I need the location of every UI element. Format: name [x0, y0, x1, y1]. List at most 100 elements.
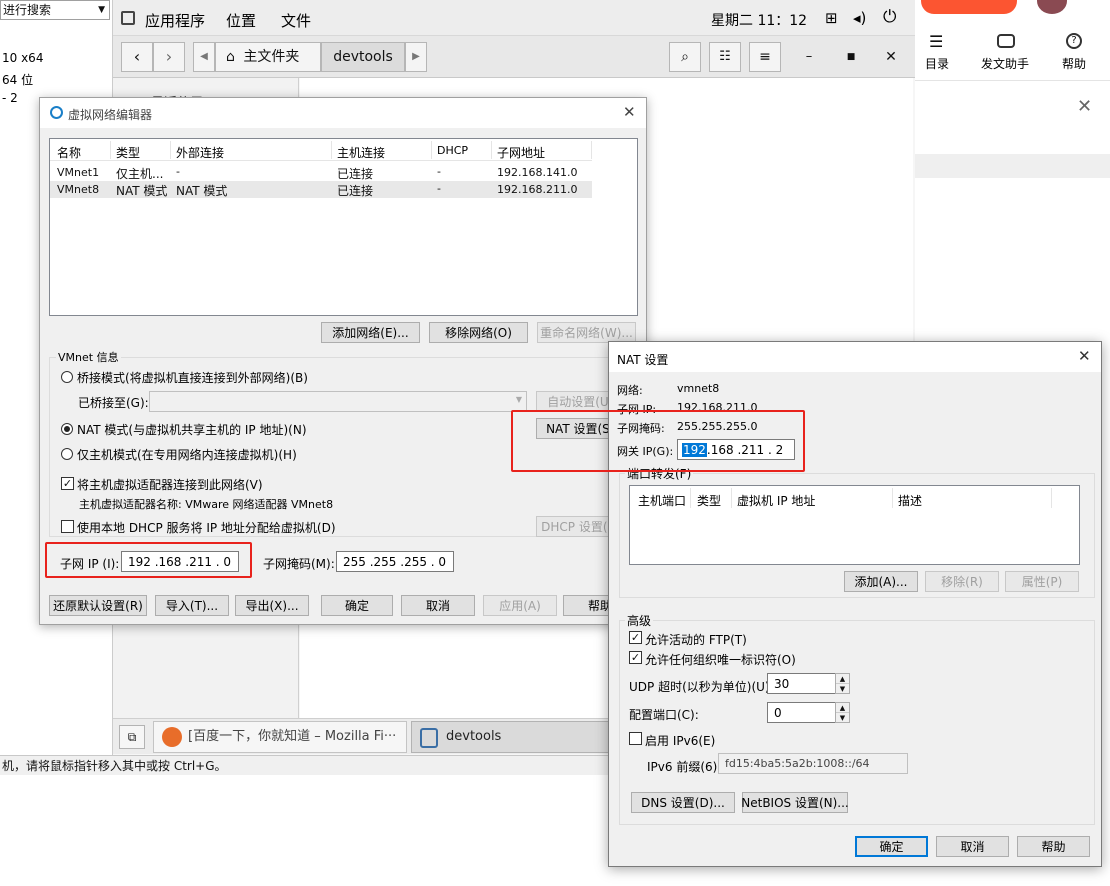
- col-subnet[interactable]: 子网地址: [497, 144, 545, 161]
- chevron-down-icon[interactable]: ▼: [836, 684, 849, 694]
- allow-uid-checkbox[interactable]: ✓: [629, 651, 642, 664]
- nat-radio[interactable]: [61, 423, 73, 435]
- search-select[interactable]: 进行搜索 ▼: [0, 0, 110, 20]
- netbios-settings-button[interactable]: NetBIOS 设置(N)...: [741, 792, 849, 813]
- chevron-up-icon[interactable]: ▲: [836, 703, 849, 713]
- col-external[interactable]: 外部连接: [176, 144, 224, 161]
- path-home-button[interactable]: ⌂ 主文件夹: [215, 42, 321, 72]
- bridge-label[interactable]: 桥接模式(将虚拟机直接连接到外部网络)(B): [77, 369, 308, 386]
- close-panel-icon[interactable]: ✕: [1077, 96, 1092, 117]
- allow-ftp-checkbox[interactable]: ✓: [629, 631, 642, 644]
- use-dhcp-checkbox[interactable]: [61, 520, 74, 533]
- host-only-label[interactable]: 仅主机模式(在专用网络内连接虚拟机)(H): [77, 446, 297, 463]
- orange-pill-button[interactable]: [921, 0, 1017, 14]
- menu-button[interactable]: ≡: [749, 42, 781, 72]
- enable-ipv6-label[interactable]: 启用 IPv6(E): [645, 732, 715, 749]
- export-button[interactable]: 导出(X)...: [235, 595, 309, 616]
- toc-label[interactable]: 目录: [925, 55, 949, 72]
- col-name[interactable]: 名称: [57, 144, 81, 161]
- pf-remove-button[interactable]: 移除(R): [925, 571, 999, 592]
- remove-network-button[interactable]: 移除网络(O): [429, 322, 528, 343]
- volume-icon[interactable]: ◂): [853, 9, 866, 27]
- vnet-close-icon[interactable]: ✕: [623, 103, 636, 121]
- search-button[interactable]: ⌕: [669, 42, 701, 72]
- ipv6-prefix-field[interactable]: fd15:4ba5:5a2b:1008::/64: [718, 753, 908, 774]
- advanced-label: 高级: [625, 612, 654, 629]
- status-text: 机，请将鼠标指针移入其中或按 Ctrl+G。: [2, 759, 227, 773]
- close-button[interactable]: ✕: [881, 46, 901, 68]
- dns-settings-button[interactable]: DNS 设置(D)...: [631, 792, 735, 813]
- enable-ipv6-checkbox[interactable]: [629, 732, 642, 745]
- minimize-button[interactable]: –: [799, 46, 819, 68]
- clock[interactable]: 星期二 11：12: [711, 10, 807, 30]
- toc-icon[interactable]: ☰: [929, 32, 943, 51]
- row1-dhcp: -: [437, 165, 441, 178]
- nat-help-button[interactable]: 帮助: [1017, 836, 1090, 857]
- udp-timeout-spinner[interactable]: ▲ ▼: [835, 673, 850, 694]
- pf-add-button[interactable]: 添加(A)...: [844, 571, 918, 592]
- back-button[interactable]: ‹: [121, 42, 153, 72]
- avatar[interactable]: [1037, 0, 1067, 14]
- nat-label[interactable]: NAT 模式(与虚拟机共享主机的 IP 地址)(N): [77, 421, 307, 438]
- nat-cancel-button[interactable]: 取消: [936, 836, 1009, 857]
- pf-col-type[interactable]: 类型: [697, 492, 721, 509]
- apps-menu[interactable]: 应用程序: [145, 10, 205, 31]
- table-row[interactable]: VMnet1 仅主机... - 已连接 - 192.168.141.0: [50, 164, 592, 181]
- path-devtools-button[interactable]: devtools: [321, 42, 405, 72]
- import-button[interactable]: 导入(T)...: [155, 595, 229, 616]
- connect-adapter-checkbox[interactable]: ✓: [61, 477, 74, 490]
- subnet-mask-label: 子网掩码(M):: [263, 557, 335, 571]
- use-dhcp-label[interactable]: 使用本地 DHCP 服务将 IP 地址分配给虚拟机(D): [77, 519, 336, 536]
- forward-button[interactable]: ›: [153, 42, 185, 72]
- pf-col-desc[interactable]: 描述: [898, 492, 922, 509]
- chevron-down-icon[interactable]: ▼: [836, 713, 849, 723]
- nat-ok-button[interactable]: 确定: [855, 836, 928, 857]
- col-host[interactable]: 主机连接: [337, 144, 385, 161]
- table-row[interactable]: VMnet8 NAT 模式 NAT 模式 已连接 - 192.168.211.0: [50, 181, 592, 198]
- config-port-spinner[interactable]: ▲ ▼: [835, 702, 850, 723]
- port-forward-list[interactable]: 主机端口 类型 虚拟机 IP 地址 描述: [629, 485, 1080, 565]
- host-only-radio[interactable]: [61, 448, 73, 460]
- view-list-button[interactable]: ☷: [709, 42, 741, 72]
- network-icon[interactable]: ⊞: [825, 9, 838, 27]
- vnet-ok-button[interactable]: 确定: [321, 595, 393, 616]
- col-type[interactable]: 类型: [116, 144, 140, 161]
- allow-uid-label[interactable]: 允许任何组织唯一标识符(O): [645, 651, 796, 668]
- show-desktop-icon[interactable]: ⧉: [119, 725, 145, 749]
- help-label[interactable]: 帮助: [1062, 55, 1086, 72]
- file-menu[interactable]: 文件: [281, 10, 311, 31]
- allow-ftp-label[interactable]: 允许活动的 FTP(T): [645, 631, 747, 648]
- restore-defaults-button[interactable]: 还原默认设置(R): [49, 595, 147, 616]
- info-line-2: 64 位: [2, 73, 34, 87]
- pf-properties-button[interactable]: 属性(P): [1005, 571, 1079, 592]
- col-sep-3: [331, 141, 332, 159]
- apps-icon[interactable]: [121, 11, 135, 25]
- help-circle-icon[interactable]: ?: [1066, 33, 1082, 49]
- home-icon: ⌂: [226, 49, 235, 65]
- path-right-arrow[interactable]: ▶: [405, 42, 427, 72]
- post-helper-icon[interactable]: [997, 34, 1015, 48]
- chevron-up-icon[interactable]: ▲: [836, 674, 849, 684]
- rename-network-button[interactable]: 重命名网络(W)...: [537, 322, 636, 343]
- udp-timeout-field[interactable]: 30: [767, 673, 837, 694]
- bridged-to-select[interactable]: ▼: [149, 391, 527, 412]
- bridge-radio[interactable]: [61, 371, 73, 383]
- pf-col-host-port[interactable]: 主机端口: [638, 492, 686, 509]
- power-icon[interactable]: ⏻: [883, 7, 896, 27]
- connect-adapter-label[interactable]: 将主机虚拟适配器连接到此网络(V): [77, 476, 263, 493]
- nat-title: NAT 设置: [617, 353, 669, 367]
- subnet-mask-field[interactable]: 255 .255 .255 . 0: [336, 551, 454, 572]
- pf-col-vm-ip[interactable]: 虚拟机 IP 地址: [737, 492, 815, 509]
- add-network-button[interactable]: 添加网络(E)...: [321, 322, 420, 343]
- config-port-field[interactable]: 0: [767, 702, 837, 723]
- task-firefox[interactable]: [百度一下，你就知道 – Mozilla Fi···: [153, 721, 407, 753]
- vnet-cancel-button[interactable]: 取消: [401, 595, 475, 616]
- vnet-apply-button[interactable]: 应用(A): [483, 595, 557, 616]
- network-list[interactable]: 名称 类型 外部连接 主机连接 DHCP 子网地址 VMnet1 仅主机... …: [49, 138, 638, 316]
- post-helper-label[interactable]: 发文助手: [981, 55, 1029, 72]
- col-dhcp[interactable]: DHCP: [437, 144, 468, 157]
- nat-close-icon[interactable]: ✕: [1078, 347, 1091, 365]
- path-left-arrow[interactable]: ◀: [193, 42, 215, 72]
- maximize-button[interactable]: ■: [841, 46, 861, 68]
- places-menu[interactable]: 位置: [226, 10, 256, 31]
